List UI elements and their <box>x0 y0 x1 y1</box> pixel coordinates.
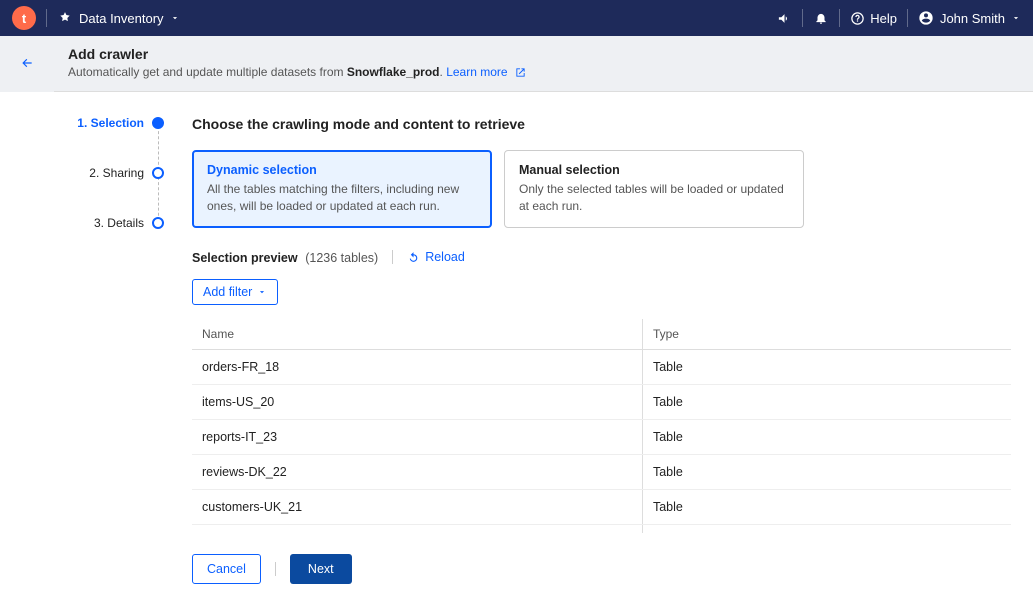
chevron-down-icon <box>257 287 267 297</box>
back-button[interactable] <box>17 56 37 73</box>
step-dot-active <box>152 117 164 129</box>
preview-label: Selection preview (1236 tables) <box>192 250 378 265</box>
cell-type: Table <box>642 489 1011 524</box>
announce-icon[interactable] <box>776 10 792 26</box>
chevron-down-icon <box>170 13 180 23</box>
section-title: Choose the crawling mode and content to … <box>192 116 1011 132</box>
step-dot <box>152 217 164 229</box>
module-dropdown[interactable]: Data Inventory <box>79 11 180 26</box>
next-button[interactable]: Next <box>290 554 352 584</box>
cell-name: sales-GE_19 <box>192 524 642 534</box>
external-link-icon <box>515 67 526 78</box>
step-dot <box>152 167 164 179</box>
top-nav: t Data Inventory Help John Smith <box>0 0 1033 36</box>
reload-button[interactable]: Reload <box>407 250 465 264</box>
module-label: Data Inventory <box>79 11 164 26</box>
cancel-button[interactable]: Cancel <box>192 554 261 584</box>
cell-name: reports-IT_23 <box>192 419 642 454</box>
module-icon <box>57 10 73 26</box>
learn-more-link[interactable]: Learn more <box>446 65 526 79</box>
cell-name: items-US_20 <box>192 384 642 419</box>
page-subtitle: Automatically get and update multiple da… <box>68 65 1019 79</box>
cell-type: Table <box>642 524 1011 534</box>
bell-icon[interactable] <box>813 10 829 26</box>
help-icon <box>850 11 865 26</box>
table-row[interactable]: reports-IT_23Table <box>192 419 1011 454</box>
table-row[interactable]: orders-FR_18Table <box>192 350 1011 385</box>
reload-icon <box>407 251 420 264</box>
cell-name: customers-UK_21 <box>192 489 642 524</box>
table-row[interactable]: sales-GE_19Table <box>192 524 1011 534</box>
table-row[interactable]: items-US_20Table <box>192 384 1011 419</box>
step-sharing[interactable]: 2. Sharing <box>54 166 164 180</box>
app-logo[interactable]: t <box>12 6 36 30</box>
cell-type: Table <box>642 419 1011 454</box>
help-link[interactable]: Help <box>850 11 897 26</box>
table-row[interactable]: reviews-DK_22Table <box>192 454 1011 489</box>
cell-type: Table <box>642 350 1011 385</box>
chevron-down-icon <box>1011 13 1021 23</box>
user-menu[interactable]: John Smith <box>918 10 1021 26</box>
mode-dynamic-card[interactable]: Dynamic selection All the tables matchin… <box>192 150 492 228</box>
cell-type: Table <box>642 454 1011 489</box>
cell-name: orders-FR_18 <box>192 350 642 385</box>
mode-manual-card[interactable]: Manual selection Only the selected table… <box>504 150 804 228</box>
wizard-stepper: 1. Selection 2. Sharing 3. Details <box>54 92 164 604</box>
preview-table: Name Type <box>192 319 1011 350</box>
col-type: Type <box>642 319 1011 350</box>
step-selection[interactable]: 1. Selection <box>54 116 164 130</box>
user-icon <box>918 10 934 26</box>
page-title: Add crawler <box>68 46 1019 62</box>
col-name: Name <box>192 319 642 350</box>
cell-type: Table <box>642 384 1011 419</box>
add-filter-button[interactable]: Add filter <box>192 279 278 305</box>
table-row[interactable]: customers-UK_21Table <box>192 489 1011 524</box>
step-details[interactable]: 3. Details <box>54 216 164 230</box>
cell-name: reviews-DK_22 <box>192 454 642 489</box>
